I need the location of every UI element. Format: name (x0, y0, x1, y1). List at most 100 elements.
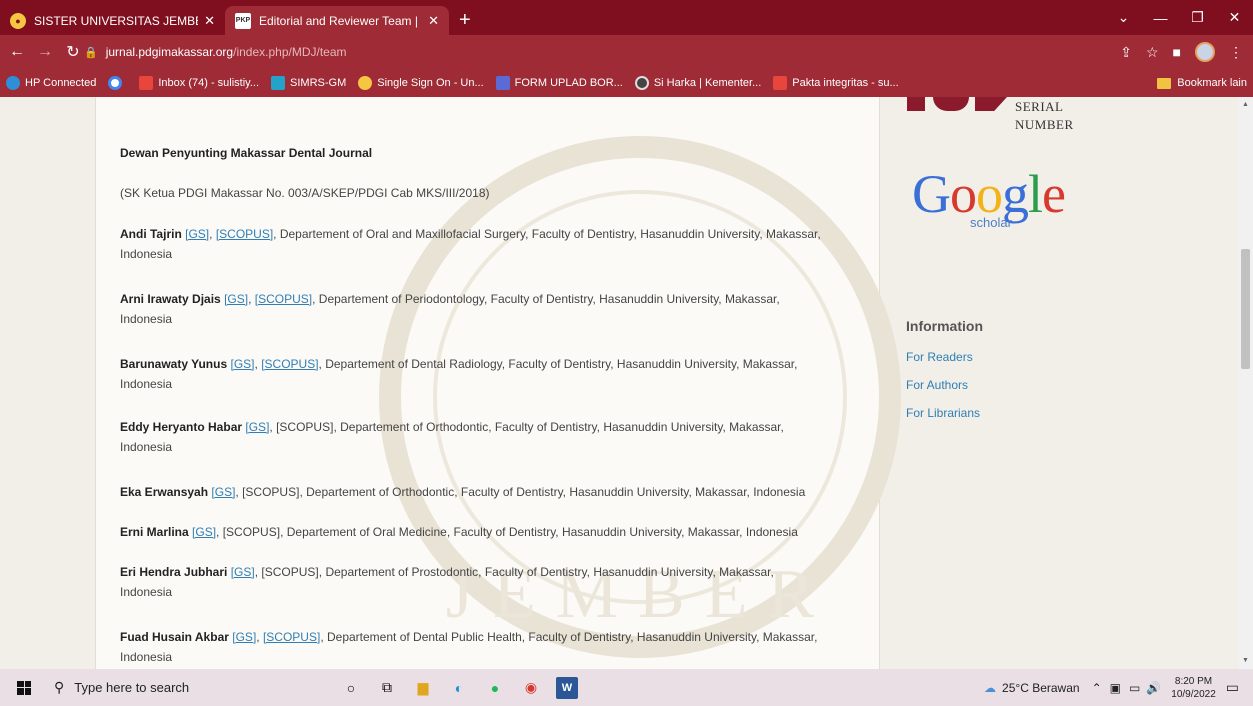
pkp-favicon-icon: PKP (235, 12, 251, 29)
gs-link[interactable]: [GS] (231, 565, 255, 579)
address-bar[interactable]: 🔒 jurnal.pdgimakassar.org/index.php/MDJ/… (84, 39, 1096, 65)
battery-icon[interactable]: ▭ (1129, 681, 1140, 695)
member-affiliation: Departement of Orthodontic, Faculty of D… (306, 485, 806, 499)
member-affiliation: Departement of Oral Medicine, Faculty of… (286, 525, 798, 539)
member-affiliation: Departement of Prostodontic, Faculty of … (325, 565, 774, 579)
tab-editorial[interactable]: PKP Editorial and Reviewer Team | Ma ✕ (225, 6, 449, 35)
restore-icon[interactable]: ❐ (1179, 9, 1216, 26)
scholar-wordmark: scholar (970, 215, 1012, 230)
list-item: Eri Hendra Jubhari [GS], [SCOPUS], Depar… (120, 565, 774, 599)
scopus-link[interactable]: [SCOPUS] (263, 630, 320, 644)
hp-icon (6, 76, 20, 90)
gs-link[interactable]: [GS] (245, 420, 269, 434)
new-tab-icon[interactable]: + (459, 6, 471, 35)
scrollbar-thumb[interactable] (1241, 249, 1250, 369)
cloud-icon: ☁ (984, 680, 997, 695)
bookmark-pakta[interactable]: Pakta integritas - su... (773, 76, 899, 90)
close-window-icon[interactable]: ✕ (1216, 9, 1253, 26)
scopus-link[interactable]: [SCOPUS] (216, 227, 273, 241)
network-icon[interactable]: ▣ (1110, 681, 1121, 695)
bookmark-folder-other[interactable]: Bookmark lain (1157, 69, 1247, 97)
scroll-down-icon[interactable]: ▼ (1242, 657, 1249, 664)
member-name: Erni Marlina (120, 525, 189, 539)
url-host: jurnal.pdgimakassar.org (105, 45, 234, 59)
minimize-icon[interactable]: — (1142, 10, 1179, 26)
notification-icon[interactable]: ▭ (1226, 679, 1239, 696)
word-icon[interactable]: W (556, 676, 578, 699)
member-country: Indonesia (120, 585, 173, 599)
member-name: Eri Hendra Jubhari (120, 565, 228, 579)
gs-link[interactable]: [GS] (185, 227, 209, 241)
avatar[interactable] (1195, 42, 1215, 62)
weather-text[interactable]: 25°C Berawan (1002, 681, 1080, 695)
bookmark-si-harka[interactable]: Si Harka | Kementer... (634, 76, 761, 90)
spotify-icon[interactable]: ● (484, 677, 506, 699)
chrome-icon[interactable]: ◉ (520, 677, 542, 699)
google-scholar-logo[interactable]: Google scholar (912, 167, 1122, 237)
scopus-text: [SCOPUS] (261, 565, 319, 579)
edge-icon[interactable]: ◐ (448, 677, 470, 699)
bookmark-folder-label: Bookmark lain (1177, 77, 1247, 89)
gs-link[interactable]: [GS] (231, 357, 255, 371)
page-viewport: JEMBER Dewan Penyunting Makassar Dental … (0, 97, 1253, 669)
link-for-authors[interactable]: For Authors (906, 378, 968, 392)
cortana-icon[interactable]: ○ (340, 677, 362, 699)
gmail-icon (139, 76, 154, 90)
scopus-link[interactable]: [SCOPUS] (255, 292, 312, 306)
tab-sister[interactable]: ● SISTER UNIVERSITAS JEMBER ✕ (0, 6, 225, 35)
close-icon[interactable]: ✕ (428, 13, 439, 29)
close-icon[interactable]: ✕ (204, 13, 215, 29)
globe-icon (634, 76, 649, 90)
gs-link[interactable]: [GS] (211, 485, 235, 499)
back-icon[interactable]: ← (6, 43, 28, 61)
bookmark-label: FORM UPLAD BOR... (514, 77, 623, 89)
gs-link[interactable]: [GS] (192, 525, 216, 539)
star-icon[interactable]: ☆ (1146, 44, 1159, 61)
bookmarks-bar: HP Connected Inbox (74) - sulistiy... SI… (0, 69, 1253, 97)
scopus-text: [SCOPUS] (242, 485, 300, 499)
window-controls: ⌄ — ❐ ✕ (1105, 0, 1253, 35)
menu-icon[interactable]: ⋮ (1229, 44, 1243, 61)
bookmark-form-upload[interactable]: FORM UPLAD BOR... (495, 76, 623, 90)
issn-logo[interactable]: SERIAL NUMBER (907, 97, 1077, 135)
side-panel-icon[interactable]: ■ (1173, 44, 1181, 60)
start-button[interactable] (0, 669, 48, 706)
bookmark-inbox[interactable]: Inbox (74) - sulistiy... (139, 76, 259, 90)
scroll-up-icon[interactable]: ▲ (1242, 101, 1249, 108)
reload-icon[interactable]: ↻ (62, 42, 84, 62)
browser-toolbar: ← → ↻ 🔒 jurnal.pdgimakassar.org/index.ph… (0, 35, 1253, 69)
member-name: Eddy Heryanto Habar (120, 420, 243, 434)
bookmark-sso[interactable]: Single Sign On - Un... (358, 76, 484, 90)
gs-link[interactable]: [GS] (224, 292, 248, 306)
information-heading: Information (906, 318, 983, 334)
lock-icon[interactable]: 🔒 (84, 46, 98, 59)
browser-titlebar: ● SISTER UNIVERSITAS JEMBER ✕ PKP Editor… (0, 0, 1253, 35)
member-name: Arni Irawaty Djais (120, 292, 221, 306)
bookmark-label: HP Connected (25, 77, 97, 89)
member-name: Fuad Husain Akbar (120, 630, 229, 644)
share-icon[interactable]: ⇪ (1120, 44, 1132, 61)
scopus-link[interactable]: [SCOPUS] (261, 357, 318, 371)
link-for-readers[interactable]: For Readers (906, 350, 973, 364)
bookmark-google[interactable] (108, 76, 127, 90)
page-scrollbar[interactable]: ▲ ▼ (1238, 97, 1253, 669)
bookmark-simrs[interactable]: SIMRS-GM (271, 76, 346, 90)
link-for-librarians[interactable]: For Librarians (906, 406, 980, 420)
chevron-up-icon[interactable]: ⌃ (1092, 681, 1102, 695)
tab-label: Editorial and Reviewer Team | Ma (259, 13, 423, 28)
file-explorer-icon[interactable]: ▆ (412, 677, 434, 699)
url-path: /index.php/MDJ/team (233, 45, 347, 59)
clock[interactable]: 8:20 PM 10/9/2022 (1171, 675, 1216, 701)
scopus-text: [SCOPUS] (222, 525, 281, 539)
chevron-down-icon[interactable]: ⌄ (1105, 9, 1142, 26)
task-view-icon[interactable]: ⧉ (376, 677, 398, 699)
gs-link[interactable]: [GS] (232, 630, 256, 644)
form-icon (495, 76, 510, 90)
forward-icon[interactable]: → (34, 43, 56, 61)
toolbar-actions: ⇪ ☆ ■ ⋮ (1120, 35, 1243, 69)
member-affiliation: Departement of Dental Radiology, Faculty… (325, 357, 798, 371)
bookmark-hp-connected[interactable]: HP Connected (6, 76, 96, 90)
folder-icon (1157, 77, 1172, 89)
taskbar-search[interactable]: ⚲ Type here to search (48, 669, 244, 706)
volume-icon[interactable]: 🔊 (1146, 681, 1161, 695)
